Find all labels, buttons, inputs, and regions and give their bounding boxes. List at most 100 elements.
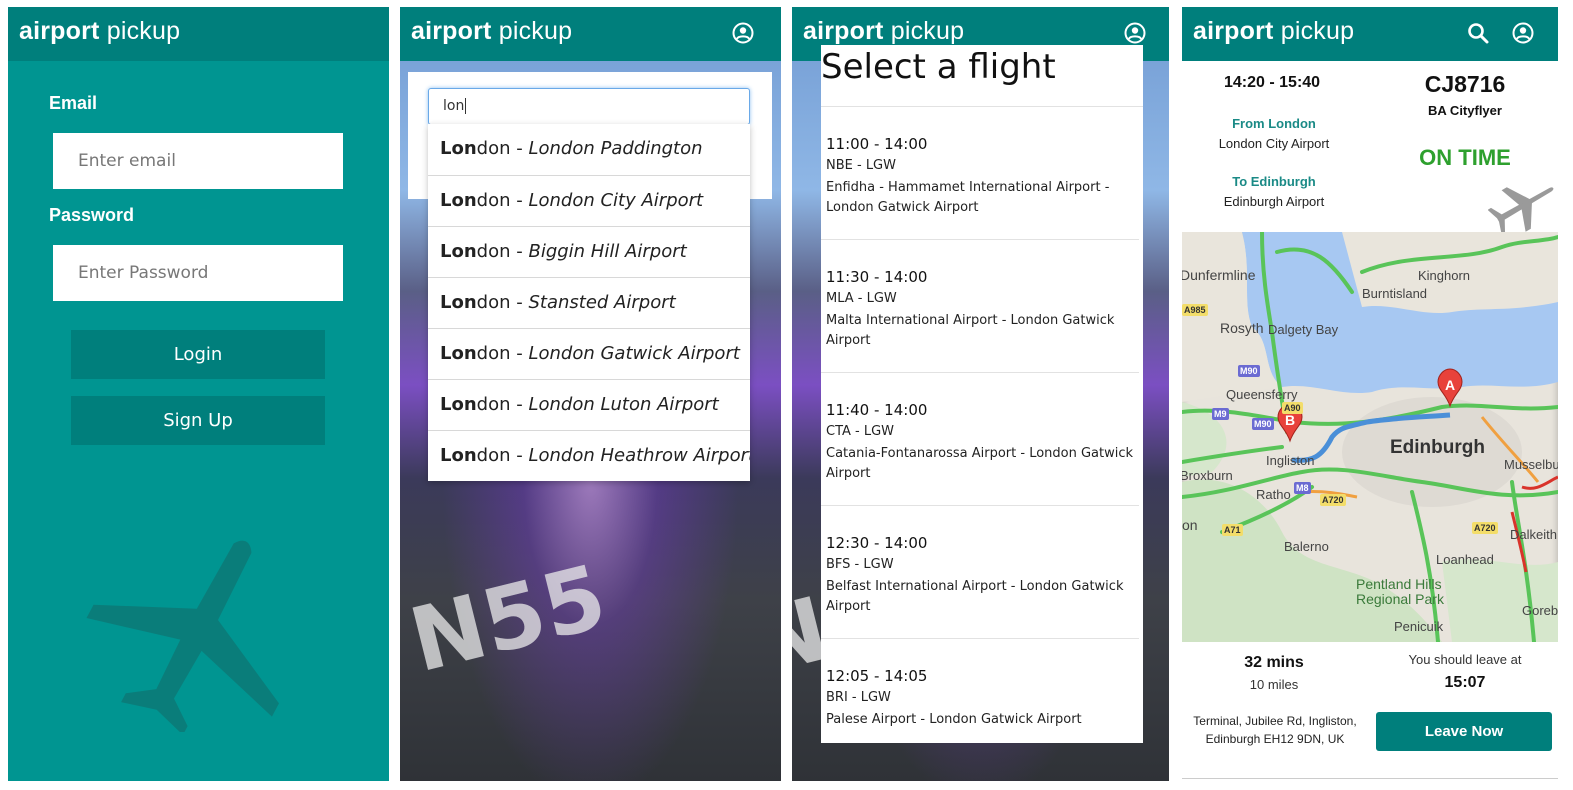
flight-row[interactable]: 11:00 - 14:00 NBE - LGW Enfidha - Hammamet…: [821, 107, 1139, 240]
map-label: on: [1182, 517, 1198, 533]
search-screen: N55 airport pickup lon London - London P…: [400, 7, 781, 781]
airplane-icon: [86, 540, 279, 732]
map-label: Burntisland: [1362, 286, 1428, 301]
separator: -: [510, 394, 529, 415]
flights-screen: N5 airport pickup Select a flight 11:00 …: [792, 7, 1169, 781]
brand-logo: airport pickup: [19, 17, 181, 45]
airport-name: Stansted Airport: [528, 292, 676, 313]
road-badge: M90: [1252, 418, 1274, 430]
airport-name: London Paddington: [528, 138, 703, 159]
signup-button[interactable]: Sign Up: [71, 396, 325, 445]
flight-row[interactable]: 11:40 - 14:00 CTA - LGW Catania-Fontanaros…: [821, 373, 1139, 506]
separator: -: [510, 241, 529, 262]
flight-codes: BFS - LGW: [826, 557, 894, 572]
map-label: Pentland Hills: [1356, 576, 1442, 592]
rest-text: don: [476, 445, 511, 466]
map-label: Balerno: [1284, 539, 1329, 554]
flight-details-screen: airport pickup 14:20 - 15:40 From London…: [1182, 7, 1558, 781]
search-input[interactable]: lon: [428, 88, 750, 125]
from-airport: London City Airport: [1218, 136, 1330, 151]
match-text: Lon: [440, 241, 477, 262]
rest-text: don: [476, 343, 511, 364]
flight-time: 11:00 - 14:00: [826, 135, 928, 153]
autocomplete-item[interactable]: London - London Heathrow Airport: [428, 430, 750, 481]
autocomplete-item[interactable]: London - London Gatwick Airport: [428, 328, 750, 379]
flight-codes: BRI - LGW: [826, 690, 891, 705]
account-circle-icon[interactable]: [1511, 21, 1535, 45]
trip-duration: 32 mins: [1244, 654, 1304, 671]
road-badge: A720: [1472, 522, 1498, 534]
road-badge: A985: [1182, 304, 1208, 316]
route-map[interactable]: Dunfermline Kinghorn Burntisland Rosyth …: [1182, 232, 1558, 642]
status-badge: ON TIME: [1419, 145, 1511, 170]
map-label-edinburgh: Edinburgh: [1390, 437, 1485, 458]
address-line: Edinburgh EH12 9DN, UK: [1205, 732, 1345, 746]
flight-airports: Catania-Fontanarossa Airport - London Ga…: [826, 446, 1134, 481]
account-circle-icon[interactable]: [1123, 21, 1147, 45]
rest-text: don: [476, 292, 511, 313]
flight-row[interactable]: 12:05 - 14:05 BRI - LGW Palese Airport - L…: [821, 639, 1139, 743]
map-label: Dunfermline: [1182, 267, 1256, 283]
autocomplete-item[interactable]: London - Stansted Airport: [428, 277, 750, 328]
autocomplete-item[interactable]: London - London Paddington: [428, 124, 750, 175]
match-text: Lon: [440, 445, 477, 466]
map-label: Dalgety Bay: [1268, 322, 1339, 337]
separator: -: [510, 138, 529, 159]
map-label: Ingliston: [1266, 453, 1315, 468]
search-icon[interactable]: [1466, 21, 1490, 45]
airplane-icon: [1488, 187, 1554, 235]
account-circle-icon[interactable]: [731, 21, 755, 45]
map-label: Musselbu: [1504, 457, 1558, 472]
flight-time: 12:30 - 14:00: [826, 534, 928, 552]
rest-text: don: [476, 241, 511, 262]
separator: -: [510, 292, 529, 313]
trip-distance: 10 miles: [1249, 677, 1299, 692]
app-header: airport pickup: [8, 7, 389, 61]
match-text: Lon: [440, 394, 477, 415]
app-header: airport pickup: [400, 7, 781, 61]
flight-list-card: Select a flight 11:00 - 14:00 NBE - LGW En…: [821, 45, 1143, 743]
brand-logo: airport pickup: [411, 17, 573, 45]
airline-name: BA Cityflyer: [1428, 103, 1502, 118]
flight-airports: Enfidha - Hammamet International Airport…: [826, 180, 1110, 215]
map-label: Rosyth: [1220, 320, 1264, 336]
map-label: Penicuik: [1394, 619, 1444, 634]
pickup-address: Terminal, Jubilee Rd, Ingliston, Edinbur…: [1182, 712, 1368, 748]
flight-airports: Belfast International Airport - London G…: [826, 579, 1124, 614]
map-label: Ratho: [1256, 487, 1291, 502]
airport-name: London Heathrow Airport: [528, 445, 750, 466]
road-badge: M90: [1238, 365, 1260, 377]
separator: -: [510, 190, 529, 211]
login-button[interactable]: Login: [71, 330, 325, 379]
page-title: Select a flight: [821, 47, 1056, 87]
autocomplete-item[interactable]: London - London Luton Airport: [428, 379, 750, 430]
flight-list: 11:00 - 14:00 NBE - LGW Enfidha - Hammamet…: [821, 106, 1143, 743]
road-badge: A71: [1222, 524, 1243, 536]
flight-number: CJ8716: [1424, 71, 1506, 97]
airport-name: London Gatwick Airport: [528, 343, 740, 364]
flight-row[interactable]: 11:30 - 14:00 MLA - LGW Malta Internationa…: [821, 240, 1139, 373]
rest-text: don: [476, 190, 511, 211]
marker-a-label: A: [1444, 377, 1456, 393]
flight-time: 12:05 - 14:05: [826, 667, 928, 685]
map-label: Broxburn: [1182, 468, 1233, 483]
flight-row[interactable]: 12:30 - 14:00 BFS - LGW Belfast Internatio…: [821, 506, 1139, 639]
autocomplete-item[interactable]: London - Biggin Hill Airport: [428, 226, 750, 277]
autocomplete-item[interactable]: London - London City Airport: [428, 175, 750, 226]
road-badge: M8: [1294, 482, 1311, 494]
road-badge: A720: [1320, 494, 1346, 506]
login-screen: airport pickup Email Password Login Sign…: [8, 7, 389, 781]
email-field[interactable]: [53, 133, 343, 189]
autocomplete-dropdown: London - London Paddington London - Londo…: [428, 124, 750, 481]
rest-text: don: [476, 394, 511, 415]
match-text: Lon: [440, 138, 477, 159]
brand-logo: airport pickup: [803, 17, 965, 45]
leave-now-button[interactable]: Leave Now: [1376, 712, 1552, 751]
password-field[interactable]: [53, 245, 343, 301]
leave-at-time: 15:07: [1444, 674, 1486, 691]
app-header: airport pickup: [1182, 7, 1558, 61]
to-city: To Edinburgh: [1232, 174, 1316, 189]
map-label: Regional Park: [1356, 591, 1444, 607]
flight-codes: MLA - LGW: [826, 291, 897, 306]
email-label: Email: [49, 93, 98, 113]
